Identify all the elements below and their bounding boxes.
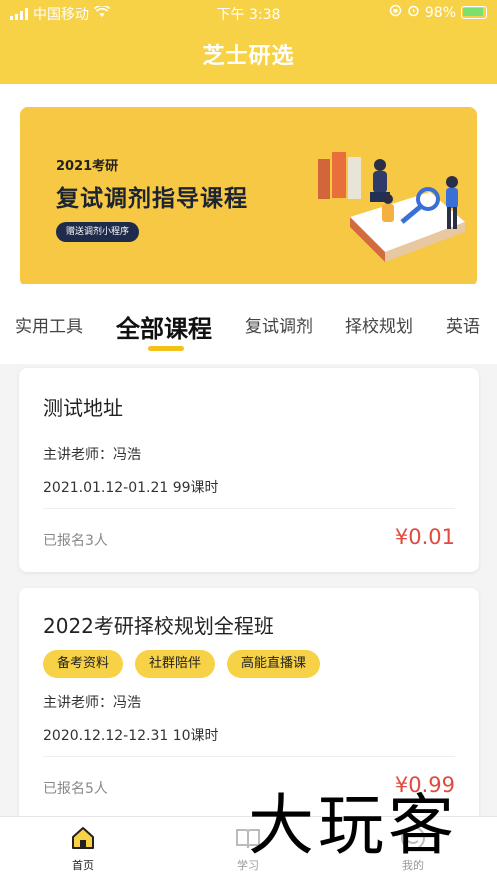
course-teacher: 主讲老师：冯浩 — [43, 695, 141, 711]
tabbar-home-label: 首页 — [72, 859, 94, 872]
course-tag: 备考资料 — [43, 650, 124, 678]
course-dates: 2020.12.12-12.31 10课时 — [43, 728, 219, 744]
course-tag: 高能直播课 — [227, 650, 321, 678]
alarm-icon — [407, 4, 420, 21]
orientation-lock-icon — [389, 4, 402, 21]
battery-percent: 98% — [424, 4, 456, 21]
course-price: ¥0.01 — [394, 525, 455, 549]
main-content: 2021考研 复试调剂指导课程 赠送调剂小程序 实用工具 全部课程 复试调剂 择… — [0, 84, 497, 816]
course-name: 2022考研择校规划全程班 — [43, 614, 274, 638]
promo-banner[interactable]: 2021考研 复试调剂指导课程 赠送调剂小程序 — [20, 107, 477, 287]
tab-all-courses[interactable]: 全部课程 — [116, 309, 212, 344]
banner-year: 2021考研 — [56, 159, 119, 174]
tab-school-planning[interactable]: 择校规划 — [345, 312, 413, 337]
status-bar: 中国移动 下午 3:38 98% — [0, 0, 497, 26]
banner-illustration — [318, 152, 465, 262]
tab-english[interactable]: 英语 — [446, 312, 480, 337]
course-teacher: 主讲老师：冯浩 — [43, 447, 141, 463]
course-enrolled: 已报名3人 — [43, 533, 108, 549]
tab-tools[interactable]: 实用工具 — [15, 312, 83, 337]
course-card[interactable]: 测试地址 主讲老师：冯浩 2021.01.12-01.21 99课时 已报名3人… — [19, 368, 479, 572]
active-tab-indicator — [148, 346, 184, 351]
category-tabs: 实用工具 全部课程 复试调剂 择校规划 英语 — [0, 284, 497, 364]
card-divider — [43, 508, 455, 509]
page-title: 芝士研选 — [202, 44, 295, 69]
course-tag: 社群陪伴 — [135, 650, 216, 678]
course-tags: 备考资料 社群陪伴 高能直播课 — [43, 650, 321, 678]
watermark: 大玩客 — [248, 787, 458, 864]
battery-icon — [461, 6, 487, 19]
course-dates: 2021.01.12-01.21 99课时 — [43, 480, 219, 496]
banner-headline: 复试调剂指导课程 — [56, 186, 248, 212]
tab-retest-adjust[interactable]: 复试调剂 — [245, 312, 313, 337]
banner-pill: 赠送调剂小程序 — [56, 222, 140, 242]
tabbar-home[interactable]: 首页 — [43, 825, 123, 873]
course-name: 测试地址 — [43, 396, 123, 420]
app-header: 中国移动 下午 3:38 98% 芝士研选 — [0, 0, 497, 84]
card-divider — [43, 756, 455, 757]
home-icon — [70, 825, 96, 851]
course-enrolled: 已报名5人 — [43, 781, 108, 797]
